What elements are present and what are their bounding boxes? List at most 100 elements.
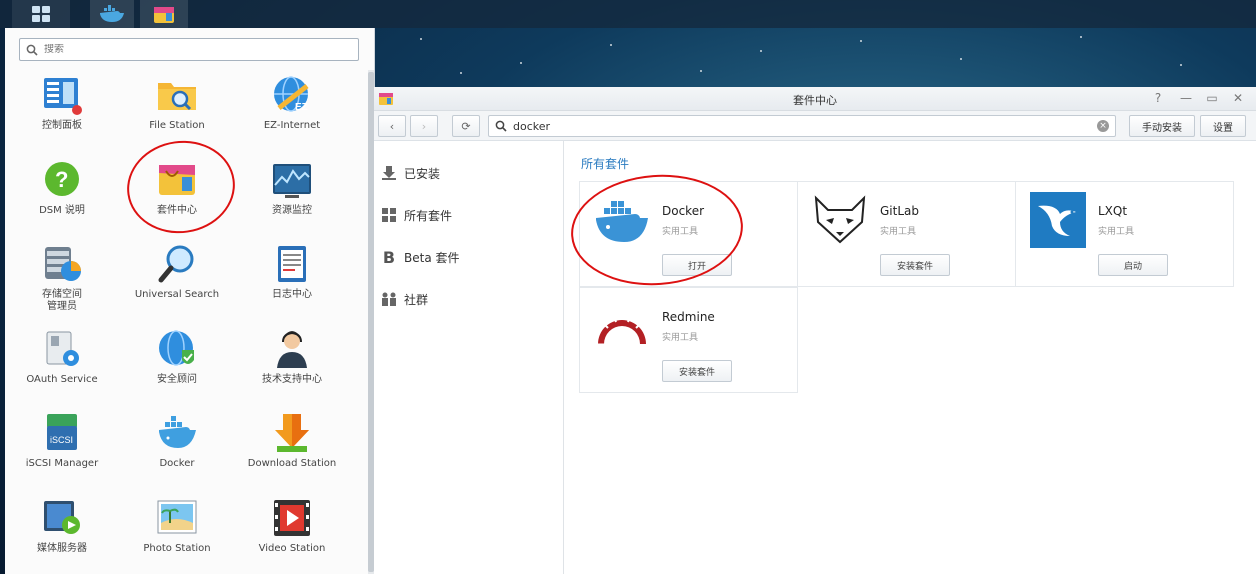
photo-icon xyxy=(156,497,198,539)
iscsi-icon: iSCSI xyxy=(41,412,83,454)
main-menu-panel: 控制面板 File Station EZ EZ-Internet xyxy=(5,28,375,574)
settings-button[interactable]: 设置 xyxy=(1200,115,1246,137)
window-toolbar: ‹ › ⟳ × 手动安装 设置 xyxy=(374,111,1256,141)
app-label: 资源监控 xyxy=(272,205,312,216)
window-title: 套件中心 xyxy=(793,94,837,107)
package-bag-icon xyxy=(156,159,198,201)
sidebar-item-label: 社群 xyxy=(404,292,429,307)
globe-ez-icon: EZ xyxy=(271,74,313,116)
svg-text:?: ? xyxy=(55,167,68,192)
minimize-icon[interactable]: — xyxy=(1178,90,1194,106)
resource-monitor-icon xyxy=(271,159,313,201)
sidebar-item-community[interactable]: 社群 xyxy=(380,287,428,311)
sidebar-item-all-packages[interactable]: 所有套件 xyxy=(380,203,452,227)
app-package-center[interactable]: 套件中心 xyxy=(122,159,232,229)
install-button[interactable]: 安装套件 xyxy=(880,254,950,276)
sidebar-item-label: 所有套件 xyxy=(404,208,453,223)
refresh-button[interactable]: ⟳ xyxy=(452,115,480,137)
launch-button[interactable]: 启动 xyxy=(1098,254,1168,276)
package-card-lxqt[interactable]: LXQt 实用工具 启动 xyxy=(1015,181,1234,287)
community-icon xyxy=(380,290,398,308)
app-photo-station[interactable]: Photo Station xyxy=(122,497,232,567)
manual-install-button[interactable]: 手动安装 xyxy=(1129,115,1195,137)
control-panel-icon xyxy=(41,74,83,116)
package-category: 实用工具 xyxy=(662,333,699,343)
gitlab-fox-icon xyxy=(812,192,868,248)
app-label: Photo Station xyxy=(143,543,211,554)
app-storage-manager[interactable]: 存储空间 管理员 xyxy=(7,243,117,313)
redmine-arc-icon xyxy=(594,298,650,354)
chevron-right-icon: › xyxy=(421,119,427,133)
app-resource-monitor[interactable]: 资源监控 xyxy=(237,159,347,229)
package-card-docker[interactable]: Docker 实用工具 打开 xyxy=(579,181,798,287)
app-support-center[interactable]: 技术支持中心 xyxy=(237,328,347,398)
package-name: GitLab xyxy=(880,204,919,218)
app-log-center[interactable]: 日志中心 xyxy=(237,243,347,313)
package-list-area: 所有套件 Docker 实用工具 打开 GitLab 实用工具 安装套件 LXQ… xyxy=(565,141,1256,574)
app-label: Universal Search xyxy=(134,289,220,300)
clear-search-icon[interactable]: × xyxy=(1097,120,1109,132)
sidebar-item-label: 已安装 xyxy=(404,166,441,181)
package-search-input[interactable] xyxy=(513,119,1093,133)
app-iscsi-manager[interactable]: iSCSI iSCSI Manager xyxy=(7,412,117,482)
app-label: Download Station xyxy=(247,458,337,469)
open-button[interactable]: 打开 xyxy=(662,254,732,276)
help-icon[interactable]: ? xyxy=(1150,90,1166,106)
app-control-panel[interactable]: 控制面板 xyxy=(7,74,117,144)
main-menu-button[interactable] xyxy=(12,0,70,28)
app-file-station[interactable]: File Station xyxy=(122,74,232,144)
package-card-gitlab[interactable]: GitLab 实用工具 安装套件 xyxy=(797,181,1016,287)
sidebar-item-beta[interactable]: B Beta 套件 xyxy=(380,245,460,269)
app-label: OAuth Service xyxy=(26,374,98,385)
close-icon[interactable]: ✕ xyxy=(1230,90,1246,106)
install-button[interactable]: 安装套件 xyxy=(662,360,732,382)
video-play-icon xyxy=(271,497,313,539)
magnifier-icon xyxy=(156,243,198,285)
app-dsm-help[interactable]: ? DSM 说明 xyxy=(7,159,117,229)
app-ez-internet[interactable]: EZ EZ-Internet xyxy=(237,74,347,144)
support-agent-icon xyxy=(271,328,313,370)
app-oauth-service[interactable]: OAuth Service xyxy=(7,328,117,398)
app-media-server[interactable]: 媒体服务器 xyxy=(7,497,117,567)
svg-text:iSCSI: iSCSI xyxy=(50,435,73,445)
beta-icon: B xyxy=(382,247,396,267)
search-icon xyxy=(26,44,38,56)
docker-whale-icon xyxy=(156,412,198,454)
app-docker[interactable]: Docker xyxy=(122,412,232,482)
taskbar-docker-button[interactable] xyxy=(90,0,134,28)
app-label: 存储空间 管理员 xyxy=(42,289,82,312)
app-video-station[interactable]: Video Station xyxy=(237,497,347,567)
forward-button[interactable]: › xyxy=(410,115,438,137)
maximize-icon[interactable]: ▭ xyxy=(1204,90,1220,106)
package-search-box[interactable]: × xyxy=(488,115,1116,137)
docker-whale-icon xyxy=(594,192,650,248)
sidebar-item-label: Beta 套件 xyxy=(404,250,460,265)
app-security-advisor[interactable]: 安全顾问 xyxy=(122,328,232,398)
grid-icon xyxy=(380,206,398,224)
app-label: 套件中心 xyxy=(157,205,197,216)
download-icon xyxy=(380,164,398,182)
sidebar-item-installed[interactable]: 已安装 xyxy=(380,161,440,185)
package-category: 实用工具 xyxy=(662,227,699,237)
app-label: iSCSI Manager xyxy=(25,458,99,469)
taskbar-package-center-button[interactable] xyxy=(140,0,188,28)
folder-search-icon xyxy=(156,74,198,116)
window-titlebar[interactable]: 套件中心 ? — ▭ ✕ xyxy=(374,87,1256,111)
menu-search-box[interactable] xyxy=(19,38,359,61)
package-category: 实用工具 xyxy=(880,227,917,237)
app-download-station[interactable]: Download Station xyxy=(237,412,347,482)
app-label: Docker xyxy=(159,458,195,469)
app-label: 媒体服务器 xyxy=(37,543,87,554)
app-label: 安全顾问 xyxy=(157,374,197,385)
package-card-redmine[interactable]: Redmine 实用工具 安装套件 xyxy=(579,287,798,393)
storage-manager-icon xyxy=(41,243,83,285)
security-shield-icon xyxy=(156,328,198,370)
menu-search-input[interactable] xyxy=(44,44,344,55)
chevron-left-icon: ‹ xyxy=(389,119,395,133)
app-universal-search[interactable]: Universal Search xyxy=(122,243,232,313)
back-button[interactable]: ‹ xyxy=(378,115,406,137)
grid-icon xyxy=(32,6,50,22)
search-icon xyxy=(495,120,507,132)
oauth-key-icon xyxy=(41,328,83,370)
log-center-icon xyxy=(271,243,313,285)
